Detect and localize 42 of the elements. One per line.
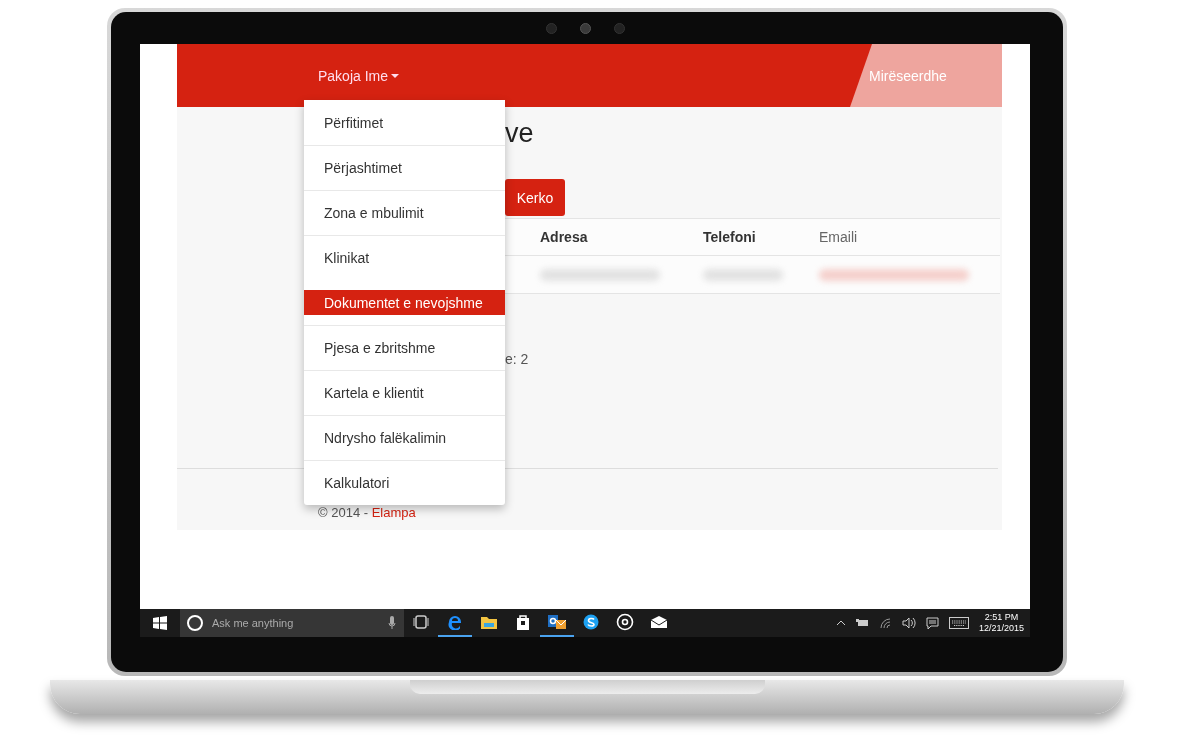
sensor-dot bbox=[613, 22, 625, 34]
menu-item[interactable]: Klinikat bbox=[304, 235, 505, 280]
camera-lens bbox=[579, 22, 591, 34]
mail-app-icon bbox=[548, 614, 566, 630]
package-menu[interactable]: Pakoja Ime bbox=[318, 67, 400, 84]
menu-item[interactable]: Përfitimet bbox=[304, 100, 505, 145]
windows-start-icon[interactable] bbox=[152, 615, 168, 631]
column-header: Telefoni bbox=[703, 229, 757, 245]
camera-dot bbox=[545, 22, 557, 34]
column-header: Emaili bbox=[819, 229, 859, 245]
keyboard-icon[interactable] bbox=[948, 617, 969, 629]
wifi-icon[interactable] bbox=[879, 617, 892, 629]
menu-item[interactable]: Kartela e klientit bbox=[304, 370, 505, 415]
menu-item[interactable]: Përjashtimet bbox=[304, 145, 505, 190]
shopping-bag-icon bbox=[516, 614, 530, 630]
menu-item[interactable]: Zona e mbulimit bbox=[304, 190, 505, 235]
task-view-icon bbox=[413, 615, 429, 629]
page-title: ve bbox=[505, 118, 535, 150]
menu-item[interactable]: Kalkulatori bbox=[304, 460, 505, 505]
battery-icon[interactable] bbox=[855, 619, 870, 627]
count-text: e: 2 bbox=[505, 351, 530, 367]
envelope-icon bbox=[650, 615, 668, 629]
chevron-up-icon[interactable] bbox=[835, 620, 846, 626]
speaker-icon[interactable] bbox=[901, 617, 916, 629]
microphone-icon[interactable] bbox=[388, 616, 396, 630]
search-field[interactable]: Ask me anything bbox=[180, 609, 404, 637]
menu-item[interactable]: Ndrysho falëkalimin bbox=[304, 415, 505, 460]
menu-item[interactable]: Pjesa e zbritshme bbox=[304, 325, 505, 370]
caret-icon bbox=[391, 73, 400, 78]
cortana-icon bbox=[186, 614, 204, 632]
clock[interactable]: 2:51 PM 12/21/2015 bbox=[978, 612, 1024, 634]
column-header: Adresa bbox=[540, 229, 589, 245]
folder-icon bbox=[481, 615, 497, 629]
browser-icon bbox=[447, 614, 463, 630]
search-button[interactable]: Kerko bbox=[505, 179, 565, 216]
chat-app-icon bbox=[583, 614, 599, 630]
notification-icon[interactable] bbox=[925, 616, 939, 630]
footer-text: © 2014 - Elampa bbox=[318, 505, 417, 520]
footer-link[interactable]: Elampa bbox=[371, 505, 416, 520]
greeting-text: Mirëseerdhe bbox=[869, 67, 947, 84]
menu-item[interactable]: Dokumentet e nevojshme bbox=[304, 290, 505, 315]
music-disc-icon bbox=[616, 613, 634, 631]
